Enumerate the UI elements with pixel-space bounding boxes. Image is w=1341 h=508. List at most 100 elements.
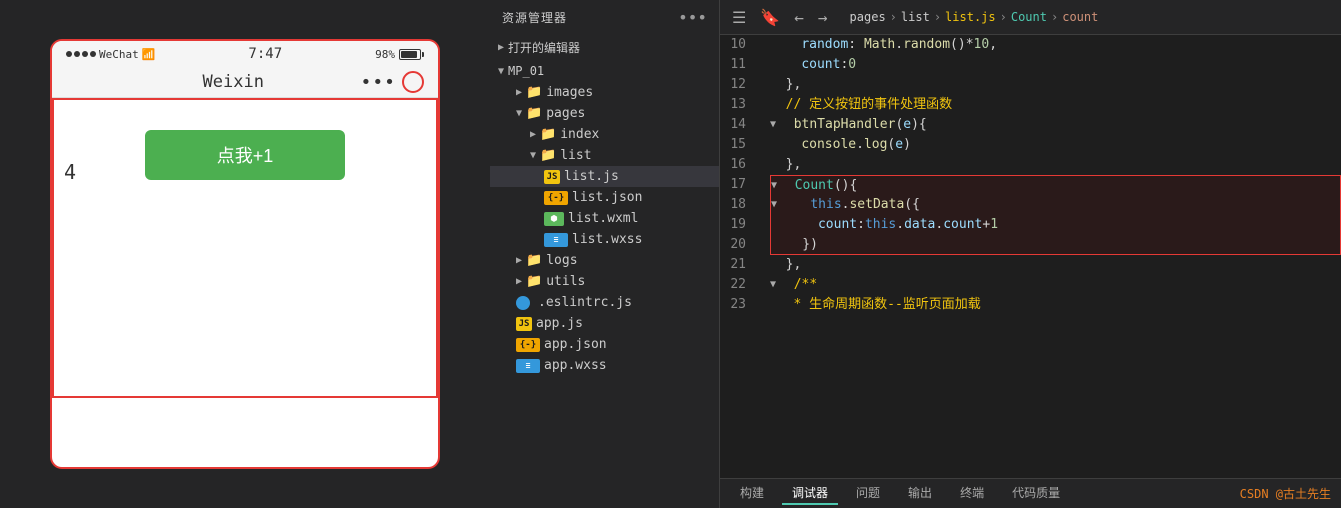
footer-tab-terminal[interactable]: 终端 xyxy=(950,482,994,505)
line-numbers: 10 11 12 13 14 15 16 17 18 19 20 21 22 2… xyxy=(720,35,760,478)
appjson-label: app.json xyxy=(544,337,607,352)
signal-dot xyxy=(74,51,80,57)
battery-icon xyxy=(399,49,424,60)
tree-item-eslint[interactable]: .eslintrc.js xyxy=(490,292,719,313)
breadcrumb-sep3: › xyxy=(1000,10,1007,24)
utils-arrow: ▶ xyxy=(516,276,522,287)
signal-dot xyxy=(82,51,88,57)
project-arrow: ▼ xyxy=(498,66,504,77)
phone-title-bar: Weixin ••• xyxy=(52,67,438,98)
footer-tab-problems[interactable]: 问题 xyxy=(846,482,890,505)
project-section[interactable]: ▼ MP_01 xyxy=(490,60,719,82)
images-label: images xyxy=(546,85,593,100)
footer-tab-quality[interactable]: 代码质量 xyxy=(1002,482,1070,505)
code-line-21: }, xyxy=(770,255,1341,275)
code-line-14: ▼ btnTapHandler(e){ xyxy=(770,115,1341,135)
appjs-label: app.js xyxy=(536,316,583,331)
tree-item-listwxml[interactable]: ⬢ list.wxml xyxy=(490,208,719,229)
listwxss-label: list.wxss xyxy=(572,232,642,247)
tree-item-images[interactable]: ▶ 📁 images xyxy=(490,82,719,103)
hamburger-icon[interactable]: ☰ xyxy=(728,6,750,29)
explorer-panel: 资源管理器 ••• ▶ 打开的编辑器 ▼ MP_01 ▶ 📁 images ▼ … xyxy=(490,0,720,508)
count-display: 4 xyxy=(64,160,76,184)
tree-item-listjson[interactable]: {-} list.json xyxy=(490,187,719,208)
breadcrumb-list: list xyxy=(901,10,930,24)
code-area[interactable]: random: Math.random()*10, count:0 }, // … xyxy=(760,35,1341,478)
phone-title-dots: ••• xyxy=(360,72,396,93)
ln-21: 21 xyxy=(720,255,754,275)
ln-15: 15 xyxy=(720,135,754,155)
eslint-icon xyxy=(516,296,530,310)
code-line-22: ▼ /** xyxy=(770,275,1341,295)
footer-tab-build[interactable]: 构建 xyxy=(730,482,774,505)
tree-item-listwxss[interactable]: ≡ list.wxss xyxy=(490,229,719,250)
logs-folder-icon: 📁 xyxy=(526,253,542,268)
code-line-10: random: Math.random()*10, xyxy=(770,35,1341,55)
breadcrumb-pages: pages xyxy=(850,10,886,24)
listjson-icon: {-} xyxy=(544,191,568,205)
code-line-13: // 定义按钮的事件处理函数 xyxy=(770,95,1341,115)
appjson-icon: {-} xyxy=(516,338,540,352)
eslint-label: .eslintrc.js xyxy=(538,295,632,310)
phone-status-left: WeChat 📶 xyxy=(66,48,155,61)
back-icon[interactable]: ← xyxy=(790,6,808,29)
code-line-11: count:0 xyxy=(770,55,1341,75)
signal-dot xyxy=(66,51,72,57)
code-line-19: count:this.data.count+1 xyxy=(770,215,1341,235)
open-editors-label: 打开的编辑器 xyxy=(508,39,580,56)
list-arrow: ▼ xyxy=(530,150,536,161)
appwxss-label: app.wxss xyxy=(544,358,607,373)
tree-item-index[interactable]: ▶ 📁 index xyxy=(490,124,719,145)
footer-tab-debug[interactable]: 调试器 xyxy=(782,482,838,505)
code-line-23: * 生命周期函数--监听页面加载 xyxy=(770,295,1341,315)
logs-label: logs xyxy=(546,253,577,268)
listwxml-label: list.wxml xyxy=(568,211,638,226)
signal-dot xyxy=(90,51,96,57)
battery-percent: 98% xyxy=(375,48,395,61)
open-editors-section[interactable]: ▶ 打开的编辑器 xyxy=(490,35,719,60)
listjs-label: list.js xyxy=(564,169,619,184)
list-label: list xyxy=(560,148,591,163)
explorer-header: 资源管理器 ••• xyxy=(490,0,719,35)
tree-item-listjs[interactable]: JS list.js xyxy=(490,166,719,187)
tree-item-list[interactable]: ▼ 📁 list xyxy=(490,145,719,166)
battery-body xyxy=(399,49,421,60)
code-line-18: ▼ this.setData({ xyxy=(770,195,1341,215)
ln-16: 16 xyxy=(720,155,754,175)
phone-title-actions: ••• xyxy=(360,71,424,93)
tree-item-utils[interactable]: ▶ 📁 utils xyxy=(490,271,719,292)
code-line-12: }, xyxy=(770,75,1341,95)
ln-11: 11 xyxy=(720,55,754,75)
forward-icon[interactable]: → xyxy=(814,6,832,29)
tap-button[interactable]: 点我+1 xyxy=(145,130,345,180)
ln-20: 20 xyxy=(720,235,754,255)
tree-item-appwxss[interactable]: ≡ app.wxss xyxy=(490,355,719,376)
utils-label: utils xyxy=(546,274,585,289)
code-line-16: }, xyxy=(770,155,1341,175)
phone-status-right: 98% xyxy=(375,48,424,61)
explorer-menu-button[interactable]: ••• xyxy=(678,8,707,27)
pages-arrow: ▼ xyxy=(516,108,522,119)
index-folder-icon: 📁 xyxy=(540,127,556,142)
code-line-15: console.log(e) xyxy=(770,135,1341,155)
ln-10: 10 xyxy=(720,35,754,55)
listjs-icon: JS xyxy=(544,170,560,184)
tree-item-appjson[interactable]: {-} app.json xyxy=(490,334,719,355)
tree-item-logs[interactable]: ▶ 📁 logs xyxy=(490,250,719,271)
tree-item-appjs[interactable]: JS app.js xyxy=(490,313,719,334)
battery-tip xyxy=(422,52,424,57)
listjson-label: list.json xyxy=(572,190,642,205)
bookmark-icon[interactable]: 🔖 xyxy=(756,6,784,29)
images-folder-icon: 📁 xyxy=(526,85,542,100)
ln-23: 23 xyxy=(720,295,754,315)
code-line-20: }) xyxy=(770,235,1341,255)
footer-author: CSDN @古土先生 xyxy=(1240,485,1331,502)
editor-tab-actions: ☰ 🔖 ← → xyxy=(720,6,840,29)
breadcrumb-sep4: › xyxy=(1051,10,1058,24)
tree-item-pages[interactable]: ▼ 📁 pages xyxy=(490,103,719,124)
footer-tab-output[interactable]: 输出 xyxy=(898,482,942,505)
breadcrumb-property: count xyxy=(1062,10,1098,24)
ln-22: 22 xyxy=(720,275,754,295)
phone-time: 7:47 xyxy=(248,46,282,62)
editor-panel: ☰ 🔖 ← → pages › list › list.js › Count ›… xyxy=(720,0,1341,508)
